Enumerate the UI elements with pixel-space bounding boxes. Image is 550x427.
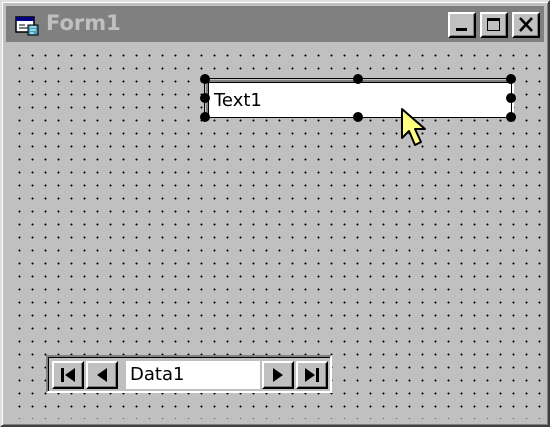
- close-icon: [519, 17, 533, 32]
- window-title: Form1: [46, 11, 121, 35]
- resize-handle-left[interactable]: [200, 93, 210, 103]
- move-first-icon: [61, 368, 75, 382]
- form-icon: [15, 16, 39, 36]
- resize-handle-top-right[interactable]: [506, 74, 516, 84]
- title-bar[interactable]: Form1: [6, 6, 544, 42]
- close-button[interactable]: [512, 12, 540, 38]
- move-first-button[interactable]: [52, 361, 84, 389]
- maximize-button[interactable]: [480, 12, 508, 38]
- form1-window: Form1 Text1 Data1: [0, 0, 550, 427]
- move-last-button[interactable]: [296, 361, 328, 389]
- minimize-button[interactable]: [448, 12, 476, 38]
- arrow-cursor-icon: [401, 108, 426, 146]
- data1-control[interactable]: Data1: [46, 355, 332, 393]
- move-previous-icon: [97, 368, 107, 382]
- move-next-button[interactable]: [262, 361, 294, 389]
- maximize-icon: [487, 18, 500, 31]
- resize-handle-top-left[interactable]: [200, 74, 210, 84]
- data-control-caption: Data1: [126, 361, 260, 389]
- resize-handle-bottom-left[interactable]: [200, 112, 210, 122]
- form-design-area[interactable]: Text1 Data1: [8, 44, 544, 419]
- resize-handle-bottom[interactable]: [353, 112, 363, 122]
- move-previous-button[interactable]: [86, 361, 118, 389]
- move-last-icon: [305, 368, 319, 382]
- minimize-icon: [456, 28, 467, 31]
- textbox-text: Text1: [214, 90, 262, 111]
- resize-handle-top[interactable]: [353, 74, 363, 84]
- move-next-icon: [273, 368, 283, 382]
- resize-handle-right[interactable]: [506, 93, 516, 103]
- resize-handle-bottom-right[interactable]: [506, 112, 516, 122]
